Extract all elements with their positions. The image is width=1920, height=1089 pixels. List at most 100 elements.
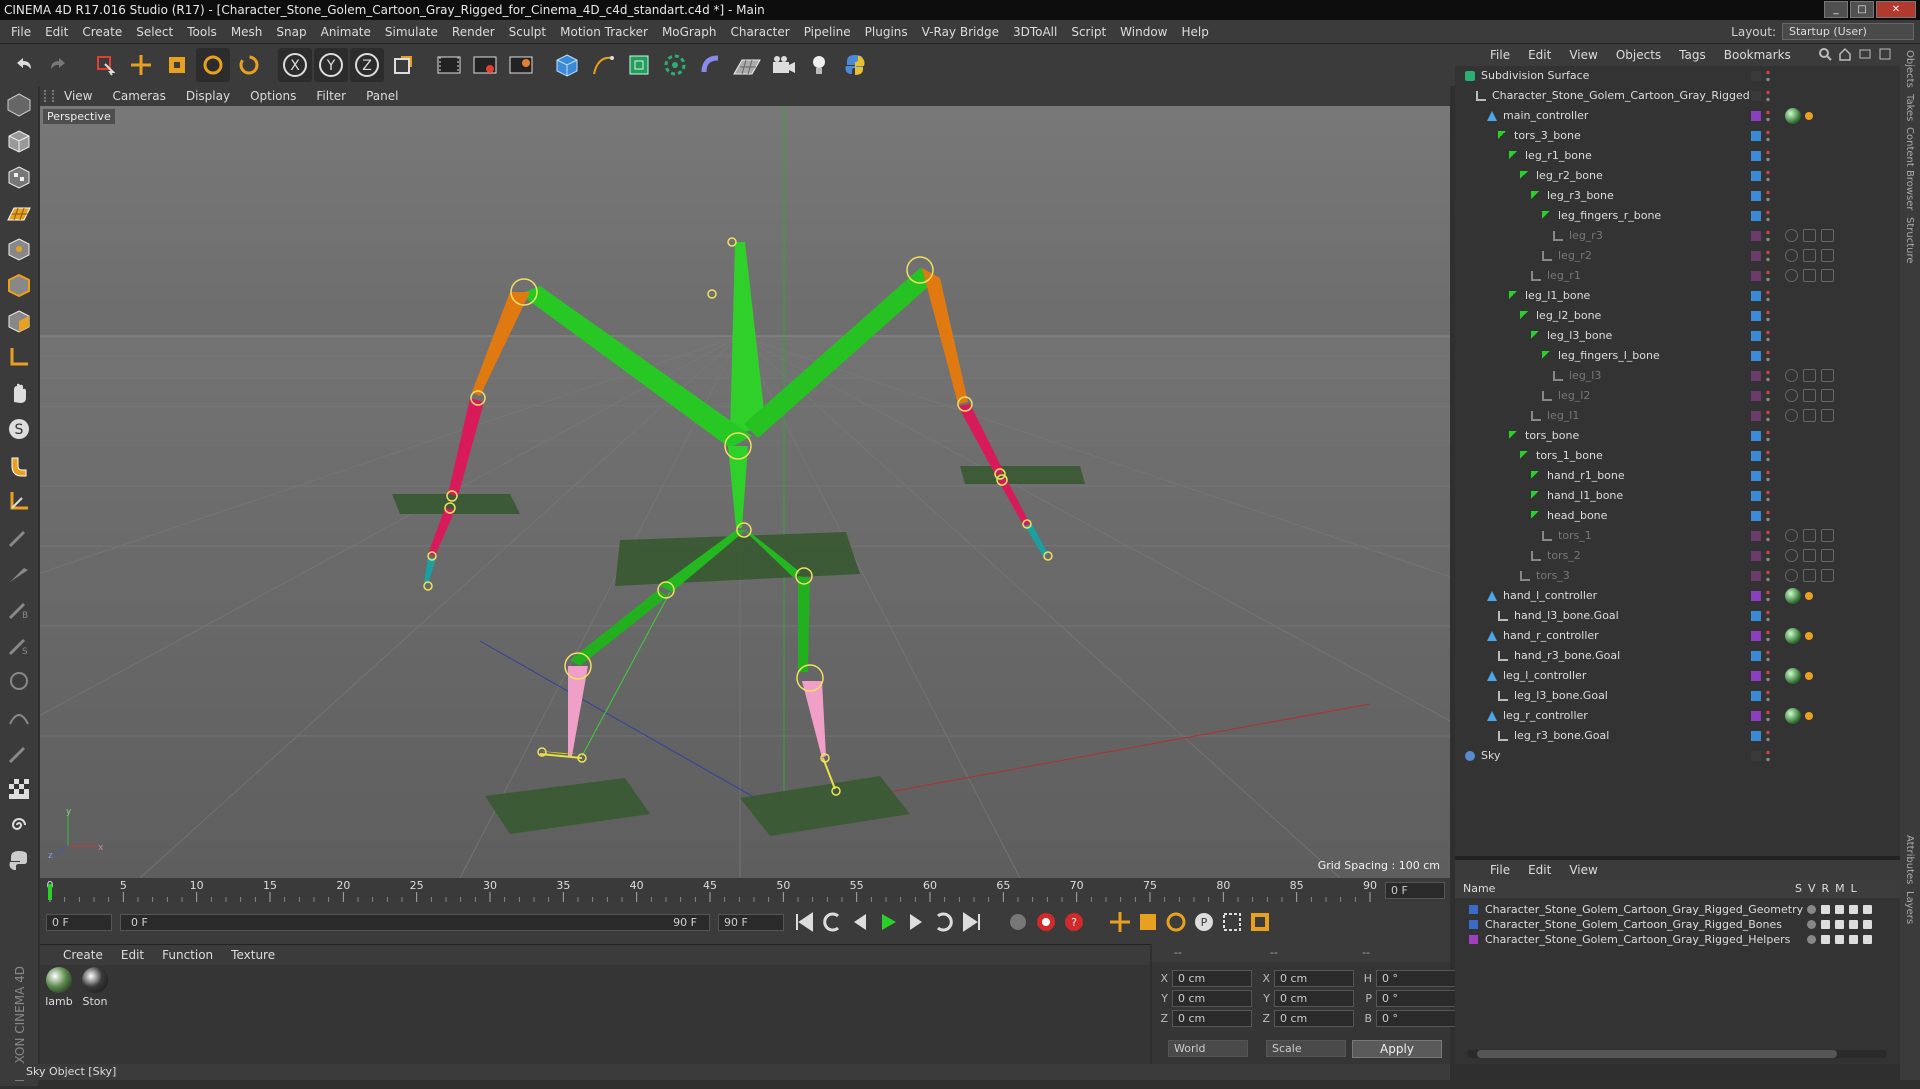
layer-color-swatch[interactable]	[1751, 291, 1761, 301]
material-tag-icon[interactable]	[1785, 108, 1801, 124]
object-tree-row[interactable]: hand_l_controller	[1455, 586, 1900, 606]
visibility-toggle-icon[interactable]	[1766, 609, 1770, 623]
ik-tag-icon[interactable]	[1805, 672, 1813, 680]
layer-color-swatch[interactable]	[1751, 751, 1761, 761]
object-tree-row[interactable]: tors_3_bone	[1455, 126, 1900, 146]
move-icon[interactable]	[124, 48, 158, 82]
visibility-toggle-icon[interactable]	[1766, 369, 1770, 383]
light-icon[interactable]	[802, 48, 836, 82]
vertex-map-tag-icon[interactable]	[1821, 369, 1834, 382]
vertex-map-tag-icon[interactable]	[1821, 529, 1834, 542]
object-tree-row[interactable]: leg_l3_bone.Goal	[1455, 686, 1900, 706]
visibility-toggle-icon[interactable]	[1766, 449, 1770, 463]
layer-color-swatch[interactable]	[1751, 371, 1761, 381]
object-tree-row[interactable]: leg_r1_bone	[1455, 146, 1900, 166]
object-tree-row[interactable]: head_bone	[1455, 506, 1900, 526]
object-tree-row[interactable]: Character_Stone_Golem_Cartoon_Gray_Rigge…	[1455, 86, 1900, 106]
object-tree-row[interactable]: leg_r2_bone	[1455, 166, 1900, 186]
current-frame-field[interactable]: 0 F	[1385, 882, 1445, 899]
floor-icon[interactable]	[730, 48, 764, 82]
object-tree-row[interactable]: hand_l1_bone	[1455, 486, 1900, 506]
key-position-icon[interactable]	[1108, 910, 1132, 934]
object-tree-row[interactable]: tors_1_bone	[1455, 446, 1900, 466]
material-swatch[interactable]: Ston	[78, 967, 112, 1008]
minimize-icon[interactable]: _	[1824, 1, 1848, 18]
visible-icon[interactable]	[1821, 920, 1830, 929]
layer-row[interactable]: Character_Stone_Golem_Cartoon_Gray_Rigge…	[1455, 902, 1900, 917]
coord-space-dropdown[interactable]: World	[1168, 1040, 1248, 1057]
visibility-toggle-icon[interactable]	[1766, 69, 1770, 83]
visibility-toggle-icon[interactable]	[1766, 109, 1770, 123]
material-tag-icon[interactable]	[1785, 628, 1801, 644]
visibility-toggle-icon[interactable]	[1766, 189, 1770, 203]
axis-icon[interactable]	[2, 340, 36, 374]
coord-value-field[interactable]: 0 cm	[1172, 1009, 1252, 1027]
visibility-toggle-icon[interactable]	[1766, 209, 1770, 223]
previous-keyframe-icon[interactable]	[820, 910, 844, 934]
object-tree-row[interactable]: leg_l1	[1455, 406, 1900, 426]
layer-color-swatch[interactable]	[1751, 411, 1761, 421]
visibility-toggle-icon[interactable]	[1766, 729, 1770, 743]
object-tree-row[interactable]: leg_l_controller	[1455, 666, 1900, 686]
vertex-map-tag-icon[interactable]	[1821, 549, 1834, 562]
visibility-toggle-icon[interactable]	[1766, 749, 1770, 763]
object-tree-row[interactable]: leg_r_controller	[1455, 706, 1900, 726]
viewport-menu-filter[interactable]: Filter	[306, 89, 356, 103]
menu-simulate[interactable]: Simulate	[378, 25, 445, 39]
menu-file[interactable]: File	[4, 25, 38, 39]
render-icon[interactable]	[1835, 905, 1844, 914]
object-tree-row[interactable]: leg_r3	[1455, 226, 1900, 246]
subdivision-surface-icon[interactable]	[622, 48, 656, 82]
layer-color-swatch[interactable]	[1751, 311, 1761, 321]
go-to-end-icon[interactable]	[960, 910, 984, 934]
layer-color-swatch[interactable]	[1751, 611, 1761, 621]
coord-value-field[interactable]: 0 cm	[1172, 989, 1252, 1007]
visibility-toggle-icon[interactable]	[1766, 289, 1770, 303]
next-keyframe-icon[interactable]	[932, 910, 956, 934]
object-tree-row[interactable]: hand_l3_bone.Goal	[1455, 606, 1900, 626]
object-tree-row[interactable]: leg_fingers_l_bone	[1455, 346, 1900, 366]
joint-weight-tag-icon[interactable]	[1785, 369, 1798, 382]
object-menu-bookmarks[interactable]: Bookmarks	[1715, 48, 1800, 62]
coord-value-field[interactable]: 0 °	[1376, 989, 1456, 1007]
layer-menu-view[interactable]: View	[1560, 863, 1606, 877]
layer-color-swatch[interactable]	[1751, 111, 1761, 121]
layer-color-swatch[interactable]	[1751, 691, 1761, 701]
layer-color-swatch[interactable]	[1751, 211, 1761, 221]
menu-edit[interactable]: Edit	[38, 25, 75, 39]
autokey-icon[interactable]: ?	[1062, 910, 1086, 934]
home-icon[interactable]	[1838, 47, 1852, 61]
undo-icon[interactable]	[6, 48, 40, 82]
layer-color-swatch[interactable]	[1751, 551, 1761, 561]
layer-color-swatch[interactable]	[1751, 531, 1761, 541]
menu-plugins[interactable]: Plugins	[858, 25, 915, 39]
start-frame-field[interactable]: 0 F	[46, 914, 112, 931]
layer-column-v[interactable]: V	[1808, 880, 1816, 898]
panel-grip-icon[interactable]	[44, 90, 54, 102]
workplane-icon[interactable]	[2, 196, 36, 230]
menu-script[interactable]: Script	[1064, 25, 1113, 39]
x-axis-icon[interactable]: X	[278, 48, 312, 82]
points-mode-icon[interactable]	[2, 232, 36, 266]
layer-color-swatch[interactable]	[1751, 631, 1761, 641]
end-frame-field[interactable]: 90 F	[718, 914, 784, 931]
menu-character[interactable]: Character	[723, 25, 796, 39]
visibility-toggle-icon[interactable]	[1766, 329, 1770, 343]
range-slider[interactable]: 0 F 90 F	[120, 914, 710, 931]
record-keyframe-icon[interactable]	[1034, 910, 1058, 934]
layer-color-swatch[interactable]	[1469, 920, 1478, 929]
joint-weight-tag-icon[interactable]	[1785, 389, 1798, 402]
apply-button[interactable]: Apply	[1352, 1040, 1442, 1058]
vertex-map-tag-icon[interactable]	[1821, 389, 1834, 402]
new-view-icon[interactable]	[1858, 47, 1872, 61]
scale-icon[interactable]	[160, 48, 194, 82]
object-tree-row[interactable]: Subdivision Surface	[1455, 66, 1900, 86]
layer-color-swatch[interactable]	[1751, 391, 1761, 401]
key-rotation-icon[interactable]	[1164, 910, 1188, 934]
layer-column-m[interactable]: M	[1835, 880, 1845, 898]
visibility-toggle-icon[interactable]	[1766, 569, 1770, 583]
render-icon[interactable]	[1835, 935, 1844, 944]
lock-icon[interactable]	[1863, 935, 1872, 944]
material-menu-edit[interactable]: Edit	[112, 948, 153, 962]
menu-mograph[interactable]: MoGraph	[655, 25, 724, 39]
